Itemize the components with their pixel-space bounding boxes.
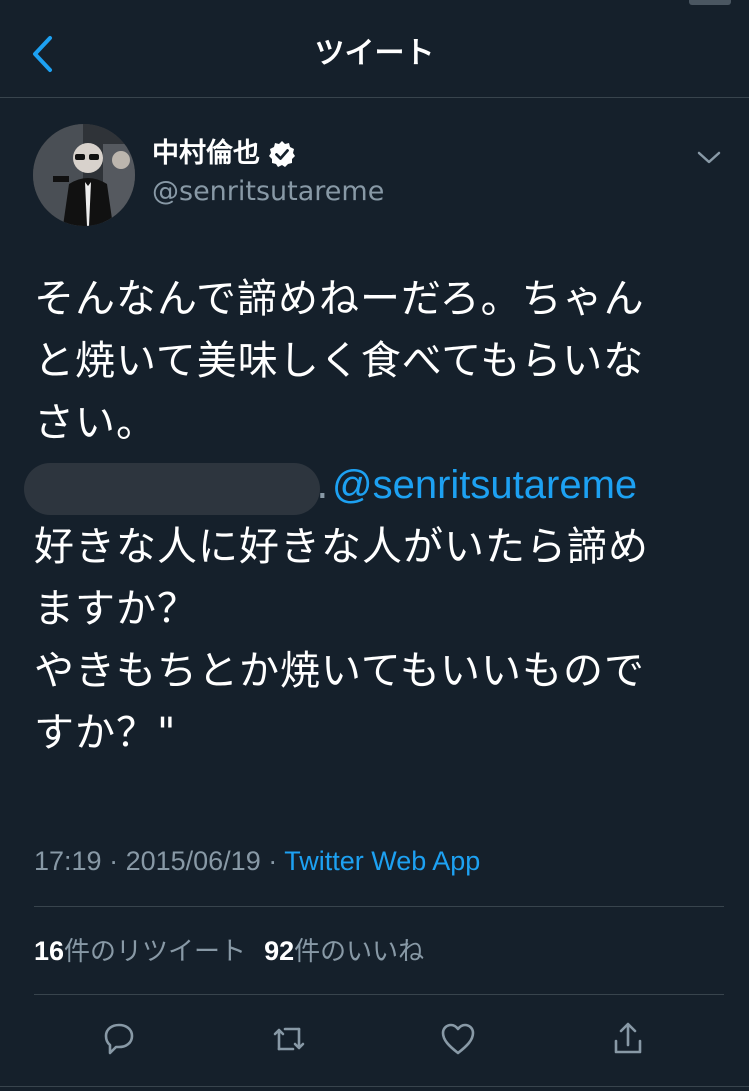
meta-separator: ·: [101, 846, 126, 876]
share-icon: [614, 1022, 642, 1054]
status-indicator: [689, 0, 731, 5]
bottom-divider: [0, 1086, 749, 1087]
page-title: ツイート: [314, 36, 435, 71]
author-display-name[interactable]: 中村倫也: [152, 134, 260, 174]
retweets-count: 16: [34, 936, 65, 966]
reply-icon: [104, 1023, 134, 1055]
mention-link[interactable]: @senritsutareme: [332, 454, 637, 516]
likes-stat[interactable]: 92 件のいいね: [264, 928, 424, 975]
likes-count: 92: [264, 936, 295, 966]
meta-separator: ·: [260, 846, 285, 876]
share-button[interactable]: [603, 1014, 653, 1064]
author-name-row[interactable]: 中村倫也: [152, 134, 296, 174]
divider: [34, 906, 724, 907]
tweet-date[interactable]: 2015/06/19: [126, 846, 261, 876]
retweets-stat[interactable]: 16 件のリツイート: [34, 928, 246, 975]
redacted-username: [24, 463, 320, 515]
tweet-line: と焼いて美味しく食べてもらいな: [34, 338, 645, 384]
verified-badge-icon: [268, 140, 296, 168]
heart-icon: [441, 1023, 475, 1055]
tweet-line: 好きな人に好きな人がいたら諦め: [34, 524, 649, 570]
like-button[interactable]: [433, 1014, 483, 1064]
retweet-icon: [273, 1027, 305, 1051]
tweet-line: ますか？: [34, 586, 198, 632]
more-options-button[interactable]: [694, 142, 724, 172]
avatar-image: [33, 124, 135, 226]
tweet-line: そんなんで諦めねーだろ。ちゃん: [34, 276, 645, 322]
tweet-line: さい。: [34, 400, 157, 446]
tweet-line: すか？": [34, 710, 177, 756]
tweet-line: やきもちとか焼いてもいいもので: [34, 648, 645, 694]
divider: [34, 994, 724, 995]
action-bar: [0, 1014, 749, 1064]
chevron-down-icon: [697, 151, 721, 164]
quote-header: . @senritsutareme: [24, 454, 724, 516]
tweet-stats: 16 件のリツイート 92 件のいいね: [34, 928, 442, 975]
retweets-label: 件のリツイート: [64, 937, 247, 967]
quote-prefix: .: [316, 462, 330, 508]
top-bar: ツイート: [0, 0, 749, 98]
tweet-text: そんなんで諦めねーだろ。ちゃん と焼いて美味しく食べてもらいな さい。 . @s…: [24, 268, 724, 764]
reply-button[interactable]: [94, 1014, 144, 1064]
avatar[interactable]: [33, 124, 135, 226]
author-handle[interactable]: @senritsutareme: [152, 172, 384, 212]
retweet-button[interactable]: [264, 1014, 314, 1064]
tweet-source-link[interactable]: Twitter Web App: [284, 846, 480, 876]
tweet-meta: 17:19 · 2015/06/19 · Twitter Web App: [34, 838, 480, 884]
tweet-time[interactable]: 17:19: [34, 846, 102, 876]
likes-label: 件のいいね: [294, 937, 425, 967]
